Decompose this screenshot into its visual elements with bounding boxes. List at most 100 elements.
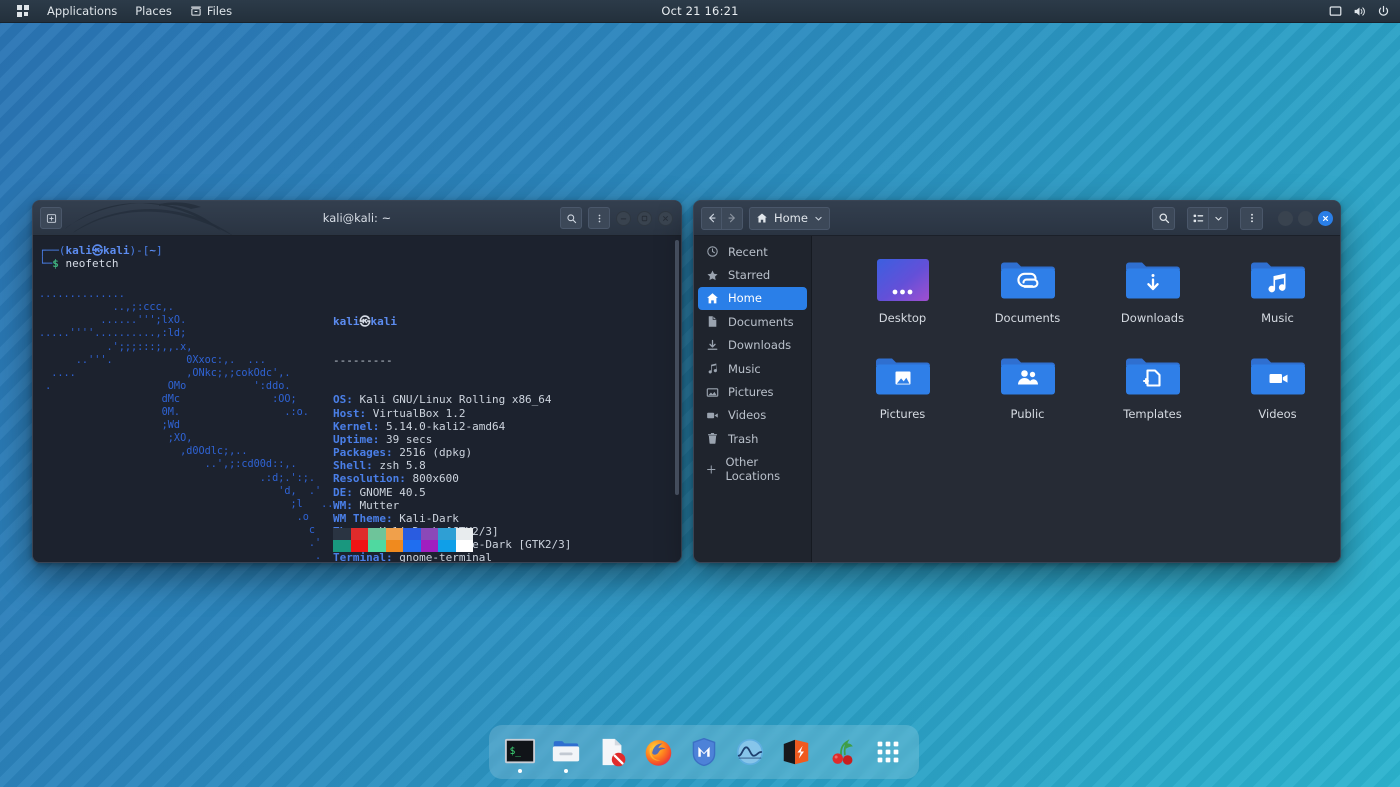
neofetch-field-key: Host:: [333, 406, 367, 420]
file-item-pictures[interactable]: Pictures: [840, 348, 965, 440]
files-window[interactable]: Home Recent Starred Home Documents Downl…: [693, 200, 1341, 563]
sidebar-item-videos[interactable]: Videos: [698, 404, 807, 427]
sidebar-item-recent[interactable]: Recent: [698, 240, 807, 263]
file-item-documents[interactable]: Documents: [965, 252, 1090, 344]
palette-row-2: [333, 540, 473, 553]
dock-item-terminal[interactable]: $_: [497, 729, 543, 775]
files-icon-grid[interactable]: Desktop Documents Downloads Music Pictures Pu…: [812, 236, 1340, 562]
file-item-templates[interactable]: Templates: [1090, 348, 1215, 440]
grid-icon: [17, 5, 29, 17]
terminal-minimize-button[interactable]: [616, 210, 631, 226]
dock-item-text-editor[interactable]: [589, 729, 635, 775]
window-title-files[interactable]: Files: [181, 1, 241, 21]
files-view-toggle-button[interactable]: [1187, 206, 1209, 230]
palette-swatch: [455, 528, 473, 541]
files-pathbar-home[interactable]: Home: [749, 206, 830, 230]
running-indicator-dot: [518, 769, 522, 773]
home-icon: [757, 213, 767, 223]
power-icon[interactable]: [1377, 5, 1390, 18]
files-view-dropdown-button[interactable]: [1209, 206, 1228, 230]
shell-prompt-line-1: ┌──(kali㉿kali)-[~]: [39, 244, 681, 257]
document-blocked-icon: [595, 735, 629, 769]
document-icon: [708, 316, 717, 328]
sidebar-item-music[interactable]: Music: [698, 357, 807, 380]
neofetch-field-value: Kali GNU/Linux Rolling x86_64: [352, 393, 552, 407]
dock-item-burpsuite[interactable]: [773, 729, 819, 775]
home-icon: [707, 293, 718, 304]
firefox-icon: [641, 735, 675, 769]
terminal-maximize-button[interactable]: [637, 210, 652, 226]
applications-label: Applications: [47, 4, 118, 18]
sidebar-item-pictures[interactable]: Pictures: [698, 380, 807, 403]
chevron-down-icon[interactable]: [814, 214, 823, 223]
dock-item-wireshark[interactable]: [727, 729, 773, 775]
dock-item-firefox[interactable]: [635, 729, 681, 775]
files-minimize-button[interactable]: [1278, 210, 1293, 226]
sidebar-item-downloads[interactable]: Downloads: [698, 334, 807, 357]
sidebar-item-home[interactable]: Home: [698, 286, 807, 311]
sidebar-item-trash[interactable]: Trash: [698, 427, 807, 450]
sidebar-item-label: Recent: [728, 244, 768, 259]
palette-swatch: [385, 528, 403, 541]
menu-places[interactable]: Places: [126, 1, 181, 21]
dock[interactable]: $_: [489, 725, 919, 779]
neofetch-field: Host: VirtualBox 1.2: [333, 407, 578, 420]
files-label: Files: [206, 4, 233, 18]
file-item-videos[interactable]: Videos: [1215, 348, 1340, 440]
palette-swatch: [333, 528, 351, 541]
sidebar-item-other-locations[interactable]: Other Locations: [698, 455, 807, 484]
sidebar-item-label: Home: [728, 291, 762, 306]
terminal-body[interactable]: ┌──(kali㉿kali)-[~] └─$ neofetch ........…: [33, 236, 681, 562]
svg-text:$_: $_: [510, 746, 522, 757]
terminal-window[interactable]: kali@kali: ~ ┌──(kali㉿kali)-[~] └─$ neof…: [32, 200, 682, 563]
folder-pictures-icon: [872, 350, 934, 402]
file-item-label: Music: [1261, 311, 1294, 325]
neofetch-field-value: zsh 5.8: [372, 459, 426, 473]
terminal-scrollbar[interactable]: [675, 240, 679, 495]
terminal-new-tab-button[interactable]: [40, 207, 62, 229]
hamburger-menu-icon: [598, 214, 600, 222]
palette-swatch: [333, 540, 351, 553]
menu-applications[interactable]: Applications: [38, 1, 126, 21]
neofetch-field-value: VirtualBox 1.2: [366, 406, 466, 420]
dock-item-files[interactable]: [543, 729, 589, 775]
volume-icon[interactable]: [1353, 5, 1366, 18]
palette-swatch: [385, 540, 403, 553]
files-headerbar[interactable]: Home: [694, 201, 1340, 236]
files-sidebar[interactable]: Recent Starred Home Documents Downloads Music…: [694, 236, 812, 562]
file-item-desktop[interactable]: Desktop: [840, 252, 965, 344]
terminal-close-button[interactable]: [658, 210, 673, 226]
file-item-label: Public: [1010, 407, 1045, 421]
files-maximize-button[interactable]: [1298, 210, 1313, 226]
cherrytree-icon: [825, 735, 859, 769]
terminal-search-button[interactable]: [560, 207, 582, 229]
file-item-label: Downloads: [1120, 311, 1185, 325]
dock-item-cherrytree[interactable]: [819, 729, 865, 775]
neofetch-field-value: 800x600: [405, 472, 459, 486]
files-menu-button[interactable]: [1240, 206, 1263, 230]
file-item-downloads[interactable]: Downloads: [1090, 252, 1215, 344]
sidebar-item-starred[interactable]: Starred: [698, 263, 807, 286]
terminal-titlebar[interactable]: kali@kali: ~: [33, 201, 681, 236]
files-close-button[interactable]: [1318, 210, 1333, 226]
sidebar-item-label: Music: [728, 361, 761, 376]
palette-swatch: [438, 540, 456, 553]
activities-grid-button[interactable]: [8, 2, 38, 20]
folder-templates-icon: [1122, 350, 1184, 402]
clock[interactable]: Oct 21 16:21: [620, 4, 780, 18]
files-back-button[interactable]: [701, 206, 722, 230]
sidebar-item-documents[interactable]: Documents: [698, 310, 807, 333]
folder-documents-icon: [997, 254, 1059, 306]
files-search-button[interactable]: [1152, 206, 1175, 230]
sidebar-item-label: Other Locations: [725, 455, 781, 484]
dock-item-show-apps[interactable]: [865, 729, 911, 775]
file-item-music[interactable]: Music: [1215, 252, 1340, 344]
files-forward-button[interactable]: [722, 206, 743, 230]
dock-item-metasploit[interactable]: [681, 729, 727, 775]
metasploit-icon: [687, 735, 721, 769]
display-icon[interactable]: [1329, 5, 1342, 18]
terminal-menu-button[interactable]: [588, 207, 610, 229]
star-icon: [707, 270, 718, 280]
file-item-public[interactable]: Public: [965, 348, 1090, 440]
list-view-icon: [1193, 214, 1203, 222]
